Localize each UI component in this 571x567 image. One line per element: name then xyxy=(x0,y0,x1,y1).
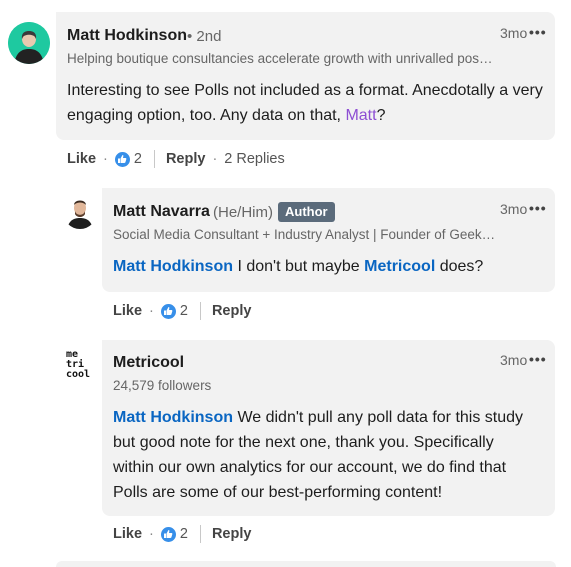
separator-dot: · xyxy=(149,303,154,319)
like-button[interactable]: Like xyxy=(67,151,96,167)
comment-actions: Like · 2 Reply xyxy=(113,302,251,320)
more-options-icon[interactable]: ••• xyxy=(529,351,547,367)
mention-link[interactable]: Matt Hodkinson xyxy=(113,258,233,275)
like-reaction-icon[interactable] xyxy=(160,526,176,542)
like-count[interactable]: 2 xyxy=(180,526,188,542)
next-comment-bubble-edge xyxy=(56,561,556,567)
thumbs-up-icon xyxy=(118,155,127,163)
comment-actions: Like · 2 Reply xyxy=(113,525,251,543)
avatar-photo-icon xyxy=(8,22,50,64)
reply-button[interactable]: Reply xyxy=(212,526,252,542)
comment-text: Matt Hodkinson We didn't pull any poll d… xyxy=(113,405,538,505)
author-name[interactable]: Matt Hodkinson xyxy=(67,27,187,45)
more-options-icon[interactable]: ••• xyxy=(529,200,547,216)
more-options-icon[interactable]: ••• xyxy=(529,24,547,40)
like-button[interactable]: Like xyxy=(113,526,142,542)
timestamp: 3mo xyxy=(500,352,528,368)
reply-button[interactable]: Reply xyxy=(166,151,206,167)
timestamp: 3mo xyxy=(500,201,528,217)
logo-text: cool xyxy=(66,369,91,380)
author-headline: Social Media Consultant + Industry Analy… xyxy=(113,227,496,242)
timestamp: 3mo xyxy=(500,25,528,41)
separator-dot: · xyxy=(103,151,108,167)
avatar[interactable] xyxy=(63,195,97,229)
comment-text-part: I don't but maybe xyxy=(233,258,365,275)
author-name[interactable]: Matt Navarra xyxy=(113,203,210,221)
reply-button[interactable]: Reply xyxy=(212,303,252,319)
like-reaction-icon[interactable] xyxy=(160,303,176,319)
company-logo[interactable]: me tri cool xyxy=(66,350,100,380)
avatar[interactable] xyxy=(8,22,50,64)
avatar-photo-icon xyxy=(63,195,97,229)
comment-text-part: does? xyxy=(435,258,484,275)
replies-count-link[interactable]: 2 Replies xyxy=(224,151,284,167)
divider xyxy=(199,302,201,320)
comment-actions: Like · 2 Reply · 2 Replies xyxy=(67,150,285,168)
follower-count: 24,579 followers xyxy=(113,378,212,393)
author-name[interactable]: Metricool xyxy=(113,354,184,372)
separator-dot: · xyxy=(149,526,154,542)
author-headline: Helping boutique consultancies accelerat… xyxy=(67,51,493,66)
mention-link[interactable]: Metricool xyxy=(364,258,435,275)
divider xyxy=(153,150,155,168)
like-count[interactable]: 2 xyxy=(134,151,142,167)
separator-dot: · xyxy=(212,151,218,167)
thumbs-up-icon xyxy=(164,530,173,538)
like-count[interactable]: 2 xyxy=(180,303,188,319)
like-button[interactable]: Like xyxy=(113,303,142,319)
like-reaction-icon[interactable] xyxy=(114,151,130,167)
mention-link[interactable]: Matt xyxy=(345,107,376,124)
comment-text: Matt Hodkinson I don't but maybe Metrico… xyxy=(113,254,543,279)
connection-degree: • 2nd xyxy=(187,28,222,45)
mention-link[interactable]: Matt Hodkinson xyxy=(113,409,233,426)
thumbs-up-icon xyxy=(164,307,173,315)
comment-text: Interesting to see Polls not included as… xyxy=(67,78,547,128)
comment-text-part: ? xyxy=(376,107,386,124)
pronouns: (He/Him) xyxy=(213,204,273,221)
comment-text-part: Interesting to see Polls not included as… xyxy=(67,82,543,124)
author-badge: Author xyxy=(278,202,335,222)
divider xyxy=(199,525,201,543)
